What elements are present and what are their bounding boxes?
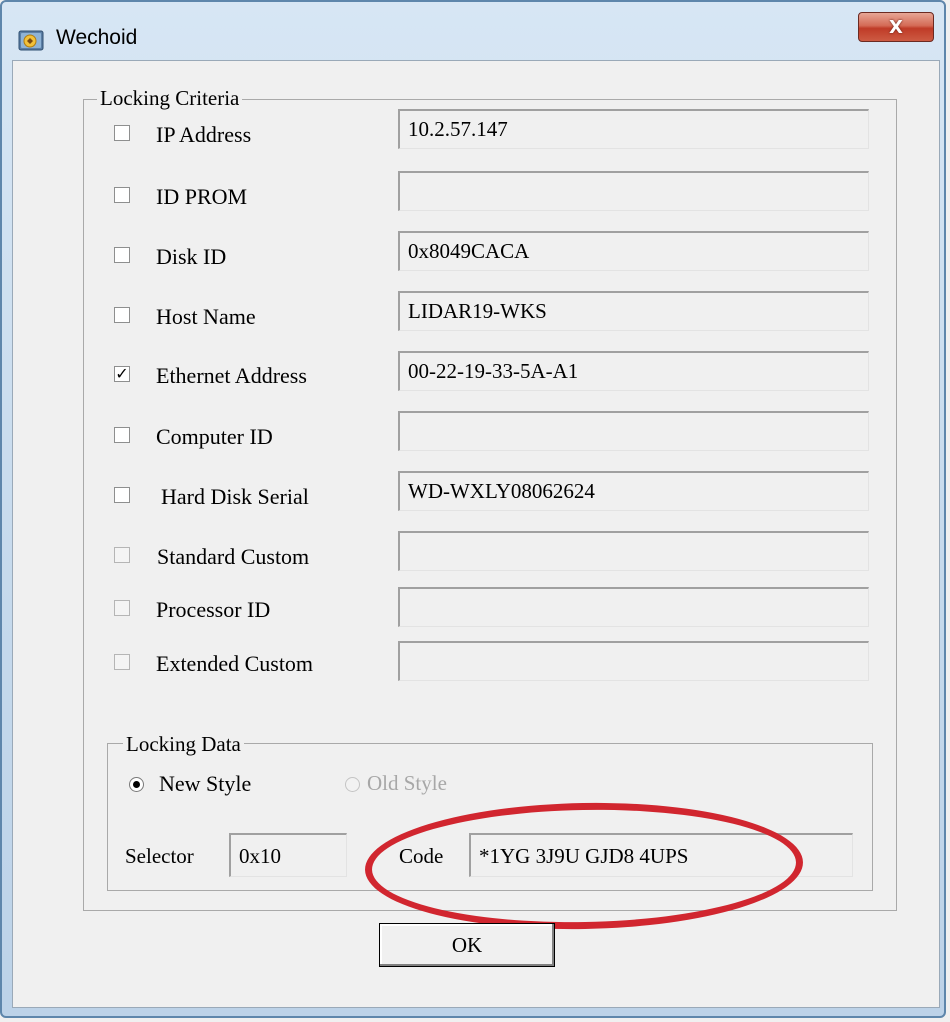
close-button[interactable]: X bbox=[858, 12, 934, 42]
radio-new-style[interactable] bbox=[129, 777, 144, 792]
checkbox-standard-custom[interactable] bbox=[114, 547, 130, 563]
locking-criteria-legend: Locking Criteria bbox=[97, 87, 243, 109]
close-icon: X bbox=[889, 16, 903, 38]
ok-button-label: OK bbox=[451, 932, 483, 957]
label-host-name: Host Name bbox=[156, 304, 256, 329]
selector-field[interactable]: 0x10 bbox=[229, 833, 347, 877]
label-computer-id: Computer ID bbox=[156, 424, 273, 449]
checkbox-host-name[interactable] bbox=[114, 307, 130, 323]
label-ip-address: IP Address bbox=[156, 122, 252, 147]
label-new-style: New Style bbox=[159, 771, 252, 796]
checkbox-computer-id[interactable] bbox=[114, 427, 130, 443]
ethernet-address-field[interactable]: 00-22-19-33-5A-A1 bbox=[398, 351, 869, 391]
checkbox-ethernet-address[interactable]: ✓ bbox=[114, 366, 130, 382]
code-field[interactable]: *1YG 3J9U GJD8 4UPS bbox=[469, 833, 853, 877]
label-standard-custom: Standard Custom bbox=[157, 544, 310, 569]
label-id-prom: ID PROM bbox=[156, 184, 248, 209]
hard-disk-serial-field[interactable]: WD-WXLY08062624 bbox=[398, 471, 869, 511]
processor-id-field[interactable] bbox=[398, 587, 869, 627]
ip-address-field[interactable]: 10.2.57.147 bbox=[398, 109, 869, 149]
disk-id-field[interactable]: 0x8049CACA bbox=[398, 231, 869, 271]
label-hard-disk-serial: Hard Disk Serial bbox=[161, 484, 309, 509]
locking-data-legend: Locking Data bbox=[123, 733, 244, 755]
dialog-client-area: Locking Criteria IP Address 10.2.57.147 … bbox=[12, 60, 940, 1008]
checkbox-processor-id[interactable] bbox=[114, 600, 130, 616]
title-bar[interactable]: Wechoid X bbox=[2, 2, 944, 60]
ok-button[interactable]: OK bbox=[379, 923, 555, 967]
label-selector: Selector bbox=[125, 844, 194, 868]
extended-custom-field[interactable] bbox=[398, 641, 869, 681]
checkmark-icon: ✓ bbox=[115, 364, 129, 383]
label-code: Code bbox=[399, 844, 444, 868]
computer-id-field[interactable] bbox=[398, 411, 869, 451]
label-ethernet-address: Ethernet Address bbox=[156, 363, 307, 388]
label-disk-id: Disk ID bbox=[156, 244, 227, 269]
radio-selected-dot bbox=[133, 781, 140, 788]
label-extended-custom: Extended Custom bbox=[156, 651, 314, 676]
checkbox-hard-disk-serial[interactable] bbox=[114, 487, 130, 503]
checkbox-ip-address[interactable] bbox=[114, 125, 130, 141]
label-processor-id: Processor ID bbox=[156, 597, 271, 622]
checkbox-id-prom[interactable] bbox=[114, 187, 130, 203]
standard-custom-field[interactable] bbox=[398, 531, 869, 571]
checkbox-disk-id[interactable] bbox=[114, 247, 130, 263]
id-prom-field[interactable] bbox=[398, 171, 869, 211]
radio-old-style[interactable] bbox=[345, 777, 360, 792]
app-icon bbox=[18, 30, 44, 51]
dialog-window: Wechoid X Locking Criteria IP Address 10… bbox=[0, 0, 946, 1018]
label-old-style: Old Style bbox=[367, 771, 447, 795]
window-title: Wechoid bbox=[56, 26, 138, 49]
host-name-field[interactable]: LIDAR19-WKS bbox=[398, 291, 869, 331]
checkbox-extended-custom[interactable] bbox=[114, 654, 130, 670]
